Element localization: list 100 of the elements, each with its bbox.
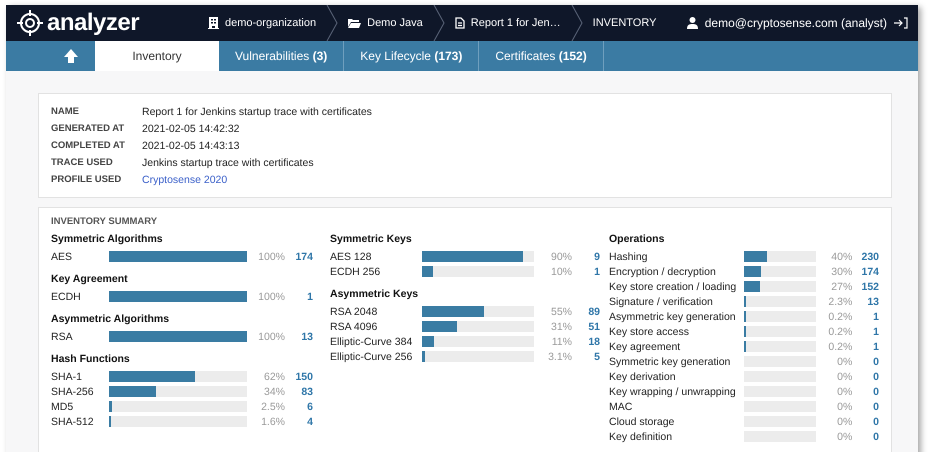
count-link[interactable]: 0 (852, 400, 880, 412)
row-label: Signature / verification (609, 296, 714, 308)
group-title: Hash Functions (51, 353, 131, 367)
row-label: Key wrapping / unwrapping (609, 386, 737, 398)
breadcrumb-link[interactable]: Demo Java (338, 17, 433, 29)
percentage: 0% (836, 430, 852, 442)
group-title: Operations (609, 233, 666, 247)
count-link[interactable]: 6 (285, 400, 313, 412)
count-link[interactable]: 0 (852, 416, 880, 428)
percentage: 0% (836, 370, 852, 382)
percentage: 27% (830, 280, 852, 292)
percentage: 3.1% (547, 350, 572, 362)
percentage: 34% (262, 386, 285, 398)
row-label: Key agreement (609, 340, 682, 352)
count-link[interactable]: 0 (852, 356, 880, 368)
percentage: 10% (550, 266, 572, 278)
chevron-icon (570, 5, 583, 41)
row-label: MAC (609, 400, 634, 412)
percentage: 0.2% (827, 310, 852, 322)
row-label: RSA 4096 (330, 320, 378, 332)
group-title: Asymmetric Algorithms (51, 313, 170, 327)
group-title: Asymmetric Keys (330, 288, 420, 302)
row-label: Key store access (609, 326, 690, 338)
count-link[interactable]: 1 (572, 266, 600, 278)
user-icon (686, 17, 698, 29)
logo-text: analyzer (47, 9, 140, 37)
group-title: Symmetric Keys (330, 233, 413, 247)
row-label: Symmetric key generation (609, 356, 732, 368)
percentage: 0% (836, 356, 852, 368)
field-value: 2021-02-05 14:43:13 (142, 140, 240, 152)
tab[interactable]: Inventory (95, 41, 219, 71)
percentage: 1.6% (260, 416, 285, 428)
count-link[interactable]: 174 (852, 266, 880, 278)
count-link[interactable]: 1 (852, 326, 880, 338)
count-link[interactable]: 1 (852, 340, 880, 352)
count-link[interactable]: 0 (852, 386, 880, 398)
field-label: TRACE USED (51, 157, 114, 168)
breadcrumb-link[interactable]: demo-organization (198, 17, 326, 29)
document-icon (454, 17, 465, 29)
row-label: RSA (51, 330, 74, 342)
field-value: 2021-02-05 14:42:32 (142, 122, 240, 134)
count-link[interactable]: 13 (852, 296, 880, 308)
row-label: SHA-1 (51, 370, 83, 382)
percentage: 0.2% (827, 340, 852, 352)
row-label: ECDH 256 (330, 266, 382, 278)
row-label: Key derivation (609, 370, 677, 382)
field-label: NAME (51, 106, 80, 117)
breadcrumb-link[interactable]: INVENTORY (582, 17, 666, 29)
row-label: SHA-512 (51, 416, 95, 428)
count-link[interactable]: 51 (572, 320, 600, 332)
percentage: 62% (262, 370, 285, 382)
count-link[interactable]: 150 (285, 370, 313, 382)
row-label: SHA-256 (51, 386, 95, 398)
count-link[interactable]: 0 (852, 370, 880, 382)
row-label: ECDH (51, 290, 82, 302)
count-link[interactable]: 1 (852, 310, 880, 322)
up-arrow-icon (62, 48, 78, 64)
percentage: 2.3% (827, 296, 852, 308)
percentage: 30% (830, 266, 852, 278)
percentage: 0% (836, 416, 852, 428)
field-value: Report 1 for Jenkins startup trace with certificates (142, 106, 372, 118)
percentage: 90% (550, 250, 572, 262)
row-label: Elliptic-Curve 384 (330, 336, 414, 348)
percentage: 100% (257, 330, 285, 342)
count-link[interactable]: 174 (285, 250, 313, 262)
logout-icon[interactable] (894, 17, 908, 29)
count-link[interactable]: 18 (572, 336, 600, 348)
count-link[interactable]: 152 (852, 280, 880, 292)
percentage: 55% (550, 306, 572, 318)
count-link[interactable]: 4 (285, 416, 313, 428)
percentage: 0% (836, 386, 852, 398)
percentage: 40% (830, 250, 852, 262)
count-link[interactable]: 0 (852, 430, 880, 442)
row-label: MD5 (51, 400, 74, 412)
row-label: AES 128 (330, 250, 372, 262)
count-link[interactable]: 1 (285, 290, 313, 302)
row-label: Key store creation / loading (609, 280, 738, 292)
count-link[interactable]: 5 (572, 350, 600, 362)
chevron-icon (326, 5, 338, 41)
count-link[interactable]: 230 (852, 250, 880, 262)
percentage: 11% (550, 336, 572, 348)
count-link[interactable]: 89 (572, 306, 600, 318)
percentage: 0.2% (827, 326, 852, 338)
count-link[interactable]: 13 (285, 330, 313, 342)
percentage: 100% (257, 290, 285, 302)
user-email[interactable]: demo@cryptosense.com (analyst) (704, 16, 887, 30)
count-link[interactable]: 83 (285, 386, 313, 398)
profile-link[interactable]: Cryptosense 2020 (142, 174, 228, 186)
building-icon (208, 17, 219, 29)
logo-icon (16, 9, 44, 37)
folder-icon (348, 18, 362, 28)
breadcrumb-link[interactable]: Report 1 for Jen… (444, 17, 571, 29)
row-label: AES (51, 250, 74, 262)
field-value: Jenkins startup trace with certificates (142, 156, 314, 168)
percentage: 100% (257, 250, 285, 262)
percentage: 2.5% (260, 400, 285, 412)
count-link[interactable]: 9 (572, 250, 600, 262)
row-label: Encryption / decryption (609, 266, 717, 278)
section-title: INVENTORY SUMMARY (51, 216, 158, 227)
row-label: Hashing (609, 250, 649, 262)
